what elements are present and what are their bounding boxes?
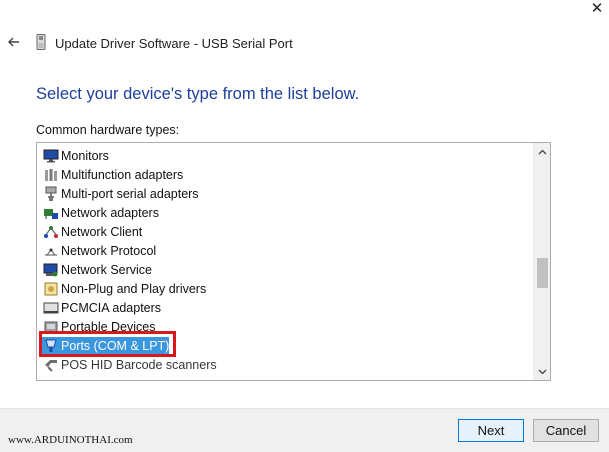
chevron-down-icon [538,369,547,374]
window-title: Update Driver Software - USB Serial Port [55,36,293,51]
list-item-label: Multi-port serial adapters [61,186,199,201]
list-item[interactable]: Network Service [37,260,530,279]
scroll-up-button[interactable] [534,143,550,160]
usb-device-icon [36,34,46,50]
chevron-up-icon [538,149,547,154]
portable-device-icon [44,321,58,332]
next-button[interactable]: Next [458,419,524,442]
list-item-label: Monitors [61,148,109,163]
back-arrow-icon[interactable] [6,34,22,50]
network-adapter-icon [44,208,58,219]
list-item[interactable]: POS HID Barcode scanners [37,355,530,374]
scrollbar-thumb[interactable] [537,258,548,288]
list-item-label: Network Protocol [61,243,157,258]
list-item[interactable]: Ports (COM & LPT) [37,336,530,355]
list-item[interactable]: Network Client [37,222,530,241]
list-item-label: Non-Plug and Play drivers [61,281,207,296]
list-item[interactable]: Non-Plug and Play drivers [37,279,530,298]
network-client-icon [44,225,58,238]
list-item-label: Portable Devices [61,319,156,334]
vertical-scrollbar[interactable] [533,143,550,380]
list-item[interactable]: Network adapters [37,203,530,222]
pcmcia-icon [43,302,59,313]
multifunction-adapter-icon [45,168,57,181]
list-item-label: Ports (COM & LPT) [61,338,170,353]
list-item-label: POS HID Barcode scanners [61,357,217,372]
port-connector-icon [45,339,57,352]
list-item-label: Network Service [61,262,152,277]
hardware-type-list[interactable]: Monitors Multifunction adapters Multi-port… [36,142,551,381]
list-item[interactable]: Network Protocol [37,241,530,260]
multiport-serial-icon [45,186,57,201]
network-service-icon [43,263,58,276]
close-icon[interactable]: ✕ [590,1,604,16]
scroll-down-button[interactable] [534,363,550,380]
barcode-scanner-icon [45,359,57,372]
list-item-label: PCMCIA adapters [61,300,162,315]
non-pnp-driver-icon [44,282,58,295]
page-heading: Select your device's type from the list … [36,85,360,103]
watermark: www.ARDUINOTHAI.com [8,434,133,446]
network-protocol-icon [45,248,57,255]
list-item[interactable]: PCMCIA adapters [37,298,530,317]
list-item[interactable]: Multifunction adapters [37,165,530,184]
list-item[interactable]: Monitors [37,146,530,165]
list-item-label: Network Client [61,224,143,239]
list-item[interactable]: Multi-port serial adapters [37,184,530,203]
list-item[interactable]: Portable Devices [37,317,530,336]
monitor-icon [43,149,59,162]
list-item-label: Network adapters [61,205,159,220]
list-item-label: Multifunction adapters [61,167,184,182]
list-caption: Common hardware types: [36,123,180,137]
cancel-button[interactable]: Cancel [533,419,599,442]
